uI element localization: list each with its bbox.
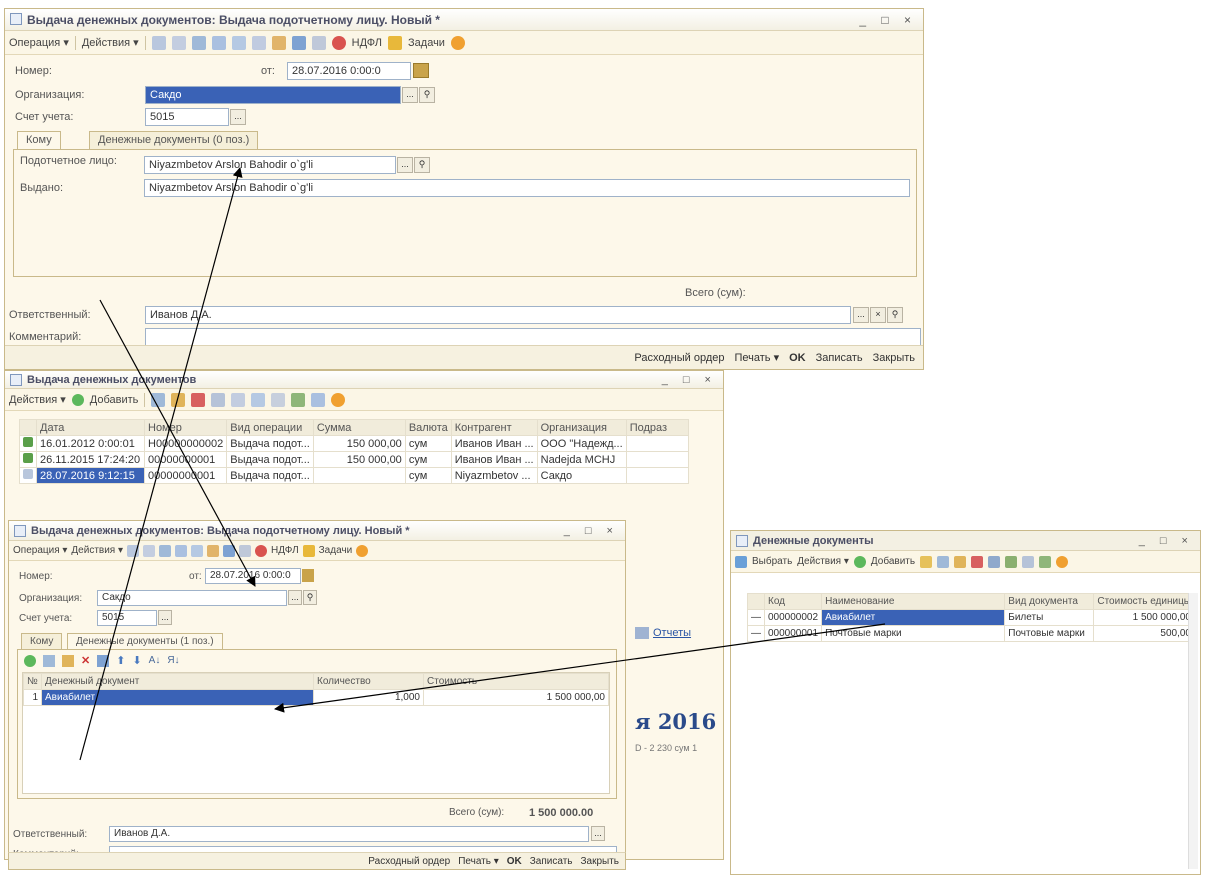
arrow-to-document-cell (274, 623, 886, 713)
arrow-to-person-field (79, 167, 243, 761)
arrow-to-date-field (99, 299, 256, 587)
annotation-arrows (79, 167, 886, 761)
